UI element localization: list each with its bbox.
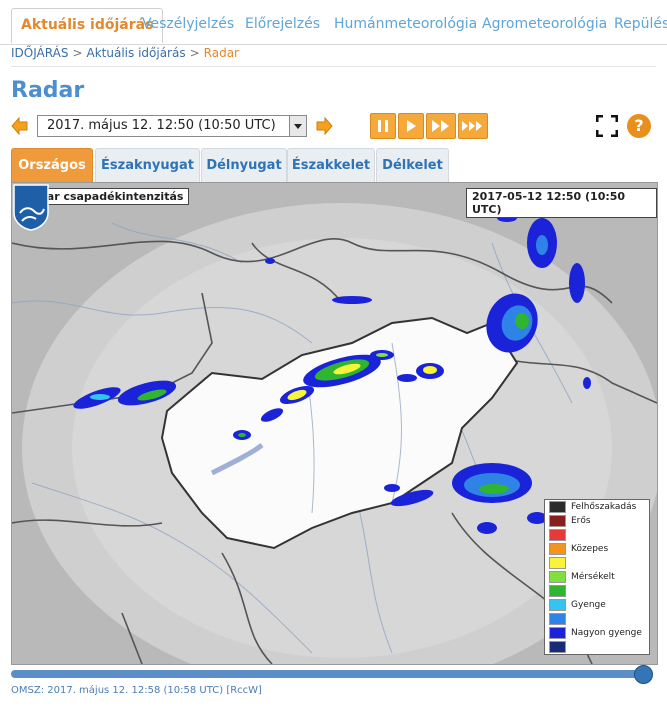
legend-row: Erős xyxy=(549,514,649,528)
intensity-legend: Felhőszakadás Erős Közepes Mérsékelt Gye… xyxy=(544,499,650,655)
legend-row: Felhőszakadás xyxy=(549,500,649,514)
nav-tab-aviation[interactable]: Repülés xyxy=(605,8,667,42)
footer-timestamp: OMSZ: 2017. május 12. 12:58 (10:58 UTC) xyxy=(11,685,224,696)
legend-label: Nagyon gyenge xyxy=(571,628,642,638)
datetime-select[interactable]: 2017. május 12. 12:50 (10:50 UTC) xyxy=(37,115,307,137)
footer-status: OMSZ: 2017. május 12. 12:58 (10:58 UTC) … xyxy=(11,685,262,696)
legend-label: Mérsékelt xyxy=(571,572,615,582)
legend-swatch xyxy=(549,514,566,527)
tab-northwest[interactable]: Északnyugat xyxy=(95,148,200,182)
timeline-handle[interactable] xyxy=(634,665,653,684)
divider xyxy=(11,66,656,67)
fast-forward-icon xyxy=(432,120,449,132)
breadcrumb-separator: > xyxy=(72,46,83,60)
nav-tab-agrometeorology[interactable]: Agrometeorológia xyxy=(473,8,616,42)
page-title: Radar xyxy=(11,78,85,103)
tab-national[interactable]: Országos xyxy=(11,148,93,182)
legend-row xyxy=(549,612,649,626)
legend-row xyxy=(549,584,649,598)
legend-label: Gyenge xyxy=(571,600,606,610)
legend-row xyxy=(549,556,649,570)
breadcrumb-item-current[interactable]: Aktuális időjárás xyxy=(87,46,186,60)
tab-southwest[interactable]: Délnyugat xyxy=(201,148,287,182)
legend-row: Gyenge xyxy=(549,598,649,612)
legend-swatch xyxy=(549,570,566,583)
pause-button[interactable] xyxy=(370,113,396,139)
breadcrumb-item-weather[interactable]: IDŐJÁRÁS xyxy=(11,46,68,60)
timeline-slider[interactable] xyxy=(11,670,651,678)
legend-swatch xyxy=(549,612,566,625)
radar-map[interactable]: Radar csapadékintenzitás 2017-05-12 12:5… xyxy=(11,182,658,665)
legend-label: Felhőszakadás xyxy=(571,502,637,512)
legend-row: Mérsékelt xyxy=(549,570,649,584)
breadcrumb-item-radar: Radar xyxy=(203,46,239,60)
nav-tab-forecast[interactable]: Előrejelzés xyxy=(236,8,329,42)
fast-forward-button[interactable] xyxy=(426,113,456,139)
fastest-forward-button[interactable] xyxy=(458,113,488,139)
tab-southeast[interactable]: Délkelet xyxy=(376,148,449,182)
top-navigation: Aktuális időjárás Veszélyjelzés Előrejel… xyxy=(0,0,667,45)
footer-link[interactable]: [RccW] xyxy=(226,685,262,696)
legend-swatch xyxy=(549,598,566,611)
datetime-select-value: 2017. május 12. 12:50 (10:50 UTC) xyxy=(47,118,276,133)
fullscreen-icon[interactable] xyxy=(596,115,618,137)
legend-swatch xyxy=(549,542,566,555)
legend-row: Közepes xyxy=(549,542,649,556)
legend-swatch xyxy=(549,500,566,513)
legend-swatch xyxy=(549,584,566,597)
nav-tab-warnings[interactable]: Veszélyjelzés xyxy=(133,8,243,42)
nav-tab-human-meteorology[interactable]: Humánmeteorológia xyxy=(325,8,486,42)
previous-arrow-icon[interactable] xyxy=(11,117,29,135)
legend-swatch xyxy=(549,528,566,541)
next-arrow-icon[interactable] xyxy=(315,117,333,135)
legend-swatch xyxy=(549,626,566,639)
legend-label: Erős xyxy=(571,516,591,526)
omsz-logo xyxy=(13,184,49,231)
pause-icon xyxy=(378,120,388,132)
play-button[interactable] xyxy=(398,113,424,139)
legend-label: Közepes xyxy=(571,544,609,554)
map-label-timestamp: 2017-05-12 12:50 (10:50 UTC) xyxy=(466,188,657,218)
legend-swatch xyxy=(549,556,566,569)
play-icon xyxy=(407,120,416,132)
chevron-down-icon[interactable] xyxy=(289,116,306,136)
tab-northeast[interactable]: Északkelet xyxy=(287,148,375,182)
breadcrumb-separator: > xyxy=(189,46,200,60)
legend-swatch xyxy=(549,640,566,653)
legend-row xyxy=(549,528,649,542)
legend-row xyxy=(549,640,649,654)
legend-row: Nagyon gyenge xyxy=(549,626,649,640)
breadcrumb: IDŐJÁRÁS > Aktuális időjárás > Radar xyxy=(11,46,239,60)
help-icon[interactable]: ? xyxy=(627,114,651,138)
fastest-forward-icon xyxy=(462,121,482,131)
